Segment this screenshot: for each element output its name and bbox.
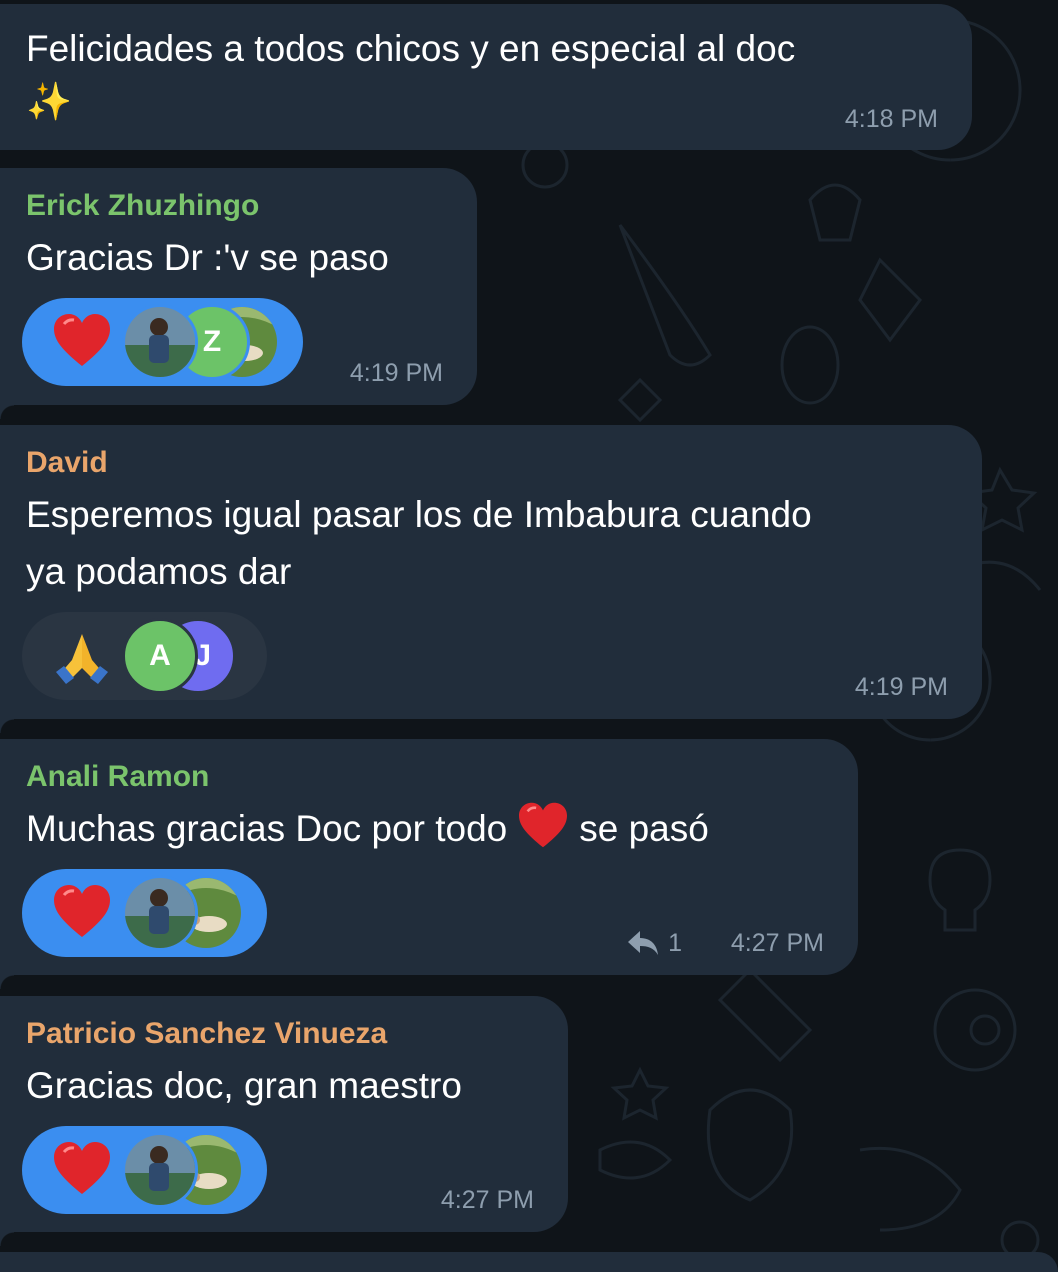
message-bubble[interactable]: David Esperemos igual pasar los de Imbab… bbox=[0, 425, 982, 733]
reply-count[interactable]: 1 bbox=[626, 928, 682, 958]
man-by-lake-photo-icon bbox=[125, 307, 195, 377]
message-bubble-partial[interactable] bbox=[0, 1252, 1058, 1272]
avatar bbox=[122, 304, 198, 380]
message-bubble[interactable]: Patricio Sanchez Vinueza Gracias doc, gr… bbox=[0, 996, 568, 1246]
message-text: Esperemos igual pasar los de Imbabura cu… bbox=[26, 494, 812, 535]
message-text: ya podamos dar bbox=[26, 551, 292, 592]
reaction-chip[interactable] bbox=[22, 869, 267, 957]
message-time: 4:27 PM bbox=[440, 1186, 534, 1214]
message-bubble[interactable]: Felicidades a todos chicos y en especial… bbox=[0, 4, 972, 150]
reply-count-value: 1 bbox=[668, 929, 682, 957]
message-text: Felicidades a todos chicos y en especial… bbox=[26, 28, 796, 69]
avatar bbox=[122, 875, 198, 951]
message-bubble[interactable]: Anali Ramon Muchas gracias Doc por todo s… bbox=[0, 739, 858, 989]
man-by-lake-photo-icon bbox=[125, 1135, 195, 1205]
red-heart-icon bbox=[54, 1142, 110, 1194]
avatar: A bbox=[122, 618, 198, 694]
sparkles-emoji: ✨ bbox=[26, 81, 73, 122]
message-time: 4:27 PM bbox=[730, 929, 824, 957]
red-heart-icon bbox=[54, 314, 110, 366]
reaction-chip[interactable]: Z bbox=[22, 298, 303, 386]
man-by-lake-photo-icon bbox=[125, 878, 195, 948]
sender-name: David bbox=[26, 446, 108, 479]
sender-name: Patricio Sanchez Vinueza bbox=[26, 1017, 388, 1050]
message-text: Muchas gracias Doc por todo se pasó bbox=[26, 801, 709, 857]
folded-hands-icon bbox=[56, 634, 108, 684]
message-text-part: se pasó bbox=[579, 808, 709, 849]
reply-arrow-icon bbox=[628, 931, 659, 955]
message-text: Gracias doc, gran maestro bbox=[26, 1065, 462, 1106]
reaction-chip[interactable] bbox=[22, 1126, 267, 1214]
message-bubble[interactable]: Erick Zhuzhingo Gracias Dr :'v se paso Z bbox=[0, 168, 477, 419]
red-heart-icon bbox=[54, 885, 110, 937]
reaction-chip[interactable]: A J bbox=[22, 612, 267, 700]
message-text: Gracias Dr :'v se paso bbox=[26, 237, 389, 278]
message-text-part: Muchas gracias Doc por todo bbox=[26, 808, 508, 849]
sender-name: Anali Ramon bbox=[26, 760, 210, 793]
red-heart-icon bbox=[519, 802, 568, 848]
message-time: 4:19 PM bbox=[349, 359, 443, 387]
avatar bbox=[122, 1132, 198, 1208]
message-time: 4:18 PM bbox=[844, 105, 938, 133]
message-time: 4:19 PM bbox=[854, 673, 948, 701]
sender-name: Erick Zhuzhingo bbox=[26, 189, 260, 222]
